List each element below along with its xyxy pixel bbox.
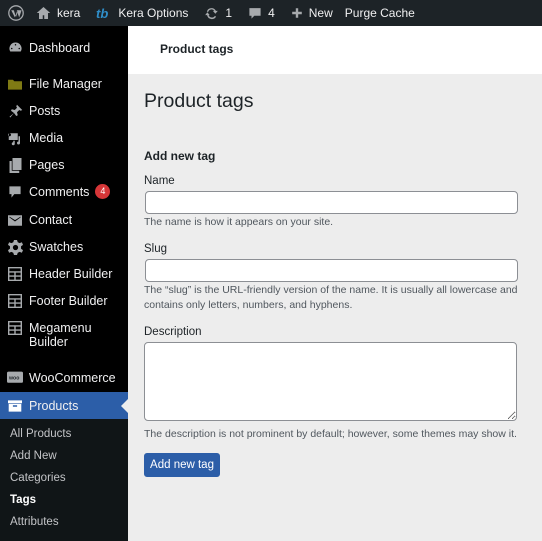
sidebar-item-dashboard[interactable]: Dashboard: [0, 39, 128, 57]
archive-icon: [8, 399, 22, 412]
mail-icon: [8, 214, 22, 226]
page-title: Product tags: [144, 90, 254, 112]
gear-icon: [7, 239, 23, 255]
description-label: Description: [144, 326, 202, 338]
woo-icon: woo: [7, 371, 23, 383]
theme-logo-icon: tb: [96, 7, 108, 19]
updates-count: 1: [225, 6, 233, 20]
site-name-link[interactable]: kera: [30, 0, 86, 26]
comment-icon: [249, 8, 261, 19]
sidebar-item-label: Media: [29, 131, 64, 145]
sidebar-item-products[interactable]: Products: [0, 392, 128, 419]
sidebar-item-posts[interactable]: Posts: [0, 102, 128, 120]
wordpress-logo-button[interactable]: [2, 0, 30, 26]
slug-label: Slug: [144, 243, 168, 255]
sidebar-item-label: Header Builder: [29, 267, 113, 281]
comments-badge: 4: [95, 184, 111, 199]
builder-icon: [8, 294, 22, 308]
comments-link[interactable]: 4: [242, 0, 281, 26]
builder-icon: [8, 321, 22, 335]
updates-icon: [205, 8, 219, 20]
description-help-text: The description is not prominent by defa…: [144, 428, 517, 440]
description-textarea[interactable]: [144, 342, 517, 421]
name-help-text: The name is how it appears on your site.: [144, 216, 334, 228]
sidebar-item-woocommerce[interactable]: woo WooCommerce: [0, 369, 128, 387]
sidebar-item-header-builder[interactable]: Header Builder: [0, 265, 128, 283]
submenu-item-categories[interactable]: Categories: [10, 472, 66, 484]
purge-cache-label: Purge Cache: [344, 6, 415, 20]
sidebar-item-label: WooCommerce: [29, 371, 116, 385]
theme-options-label: Kera Options: [118, 6, 189, 20]
name-input[interactable]: [145, 191, 518, 214]
sidebar-item-label: Comments: [29, 185, 90, 199]
name-label: Name: [144, 175, 175, 187]
sidebar-item-megamenu-builder[interactable]: Megamenu Builder: [0, 319, 128, 349]
sidebar-item-label: Products: [29, 398, 79, 413]
page-header-bar: Product tags: [128, 26, 542, 74]
header-title: Product tags: [160, 42, 234, 56]
sidebar-item-media[interactable]: Media: [0, 129, 128, 147]
submenu-item-all-products[interactable]: All Products: [10, 428, 71, 440]
sidebar-item-label: Swatches: [29, 240, 84, 254]
slug-help-text: The “slug” is the URL-friendly version o…: [144, 284, 518, 311]
wordpress-icon: [8, 5, 24, 21]
sidebar-item-label: Posts: [29, 104, 61, 118]
submenu-item-attributes[interactable]: Attributes: [10, 516, 59, 528]
sidebar-item-comments[interactable]: Comments 4: [0, 183, 128, 201]
sidebar-item-label: File Manager: [29, 77, 102, 91]
sidebar-item-label: Contact: [29, 213, 73, 227]
add-new-tag-button[interactable]: Add new tag: [144, 453, 220, 477]
current-menu-arrow: [121, 399, 128, 413]
products-submenu: All Products Add New Categories Tags Att…: [0, 419, 128, 541]
slug-input[interactable]: [145, 259, 518, 282]
submenu-item-tags[interactable]: Tags: [10, 494, 36, 506]
sidebar-item-pages[interactable]: Pages: [0, 156, 128, 174]
sidebar-item-swatches[interactable]: Swatches: [0, 238, 128, 256]
plus-icon: [291, 8, 302, 18]
sidebar-item-label: Dashboard: [29, 41, 91, 55]
pin-icon: [9, 104, 22, 117]
main-content: Product tags Add new tag Name The name i…: [128, 74, 542, 541]
comment-icon: [9, 186, 21, 198]
admin-sidebar: Dashboard File Manager Posts Media Pages…: [0, 26, 128, 541]
sidebar-item-label: Footer Builder: [29, 294, 108, 308]
new-label: New: [308, 6, 333, 20]
admin-bar: kera tb Kera Options 1 4 New Purge Cache: [0, 0, 542, 26]
new-content-link[interactable]: New: [285, 0, 339, 26]
updates-link[interactable]: 1: [198, 0, 238, 26]
media-icon: [7, 132, 20, 145]
add-new-tag-heading: Add new tag: [144, 149, 216, 163]
sidebar-item-footer-builder[interactable]: Footer Builder: [0, 292, 128, 310]
svg-text:tb: tb: [96, 7, 108, 19]
builder-icon: [8, 267, 22, 281]
purge-cache-link[interactable]: Purge Cache: [339, 0, 421, 26]
folder-icon: [8, 79, 22, 90]
home-icon: [36, 7, 51, 19]
sidebar-item-contact[interactable]: Contact: [0, 211, 128, 229]
sidebar-item-label: Pages: [29, 158, 65, 172]
svg-text:woo: woo: [8, 376, 19, 382]
sidebar-item-label: Megamenu Builder: [29, 321, 92, 349]
pages-icon: [9, 157, 21, 173]
submenu-item-add-new[interactable]: Add New: [10, 450, 57, 462]
dashboard-icon: [8, 41, 22, 51]
sidebar-item-file-manager[interactable]: File Manager: [0, 75, 128, 93]
theme-options-link[interactable]: tb Kera Options: [90, 0, 194, 26]
site-name: kera: [57, 6, 81, 20]
comments-count: 4: [268, 6, 275, 20]
